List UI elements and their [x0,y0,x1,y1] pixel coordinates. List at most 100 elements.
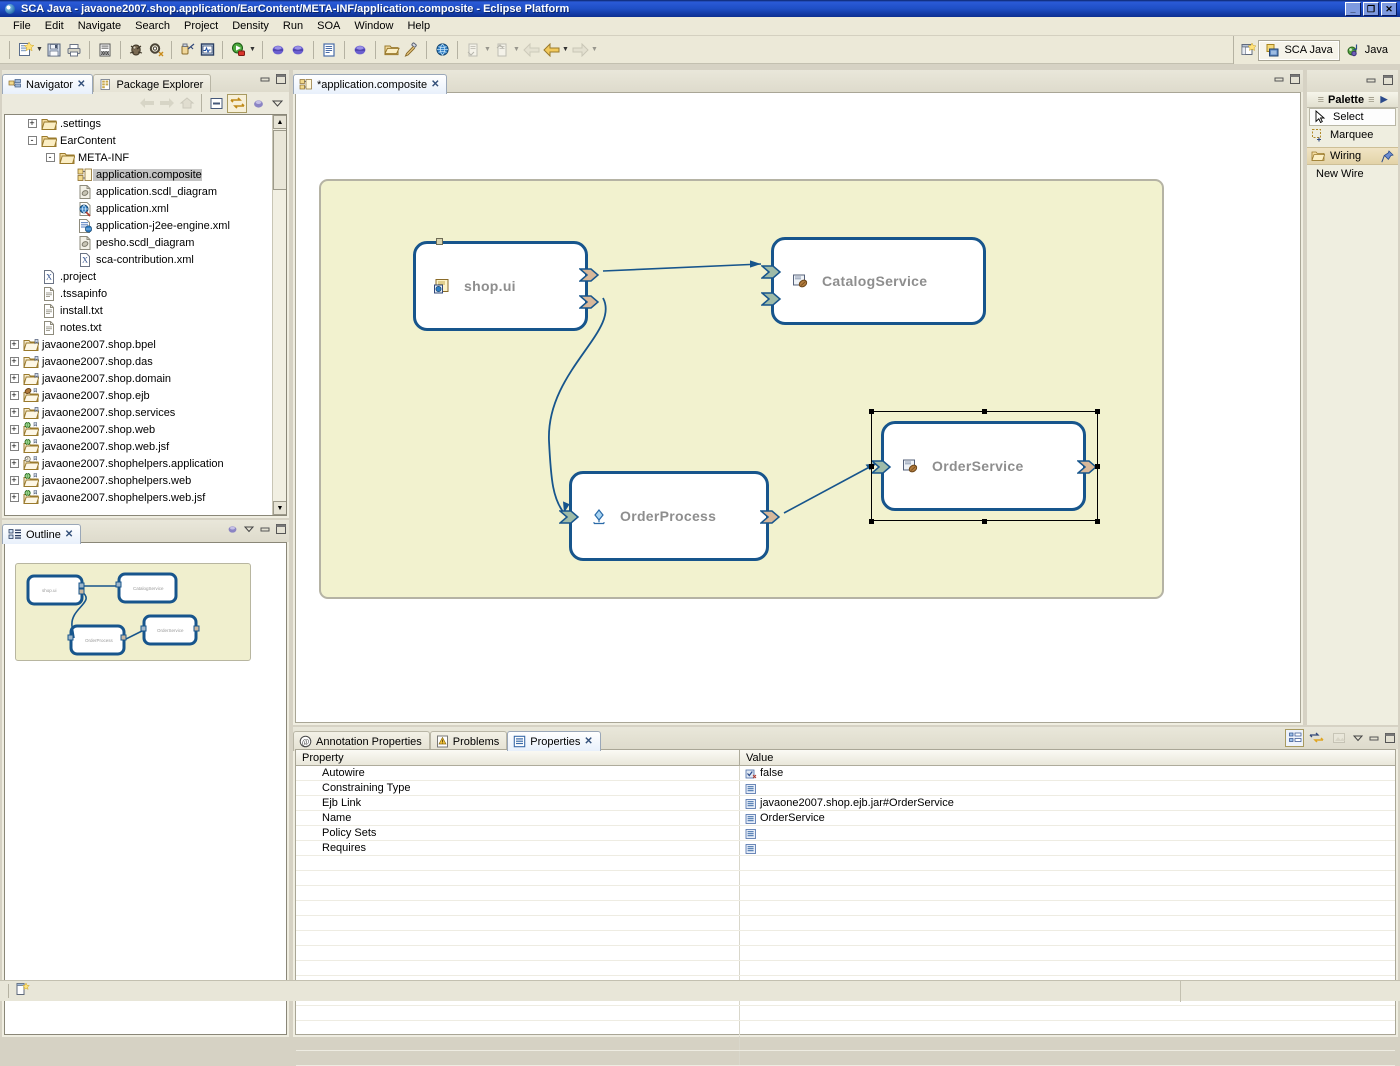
palette-expand-arrow-icon[interactable]: ▶ [1381,94,1388,105]
new-wizard-icon[interactable] [15,40,35,60]
maximize-icon[interactable] [274,72,287,85]
properties-view-controls[interactable] [1285,729,1396,747]
editor-view-controls[interactable] [1272,72,1301,85]
link-with-editor-icon[interactable] [227,93,247,113]
close-icon[interactable]: ✕ [77,79,85,90]
tree-expander[interactable]: + [5,472,23,489]
close-icon[interactable]: ✕ [65,529,73,540]
open-monitor-icon[interactable] [197,40,217,60]
open-perspective-icon[interactable] [1238,40,1258,60]
minimize-icon[interactable] [1364,73,1377,86]
palette-item-new-wire[interactable]: New Wire [1307,165,1398,182]
scroll-thumb[interactable] [273,130,286,190]
node-top-handle[interactable] [436,238,443,245]
navigator-vertical-scrollbar[interactable]: ▲ ▼ [272,115,286,515]
tab-properties[interactable]: Properties ✕ [507,731,601,751]
property-row[interactable]: Policy Sets [296,826,1395,841]
tree-item[interactable]: + javaone2007.shop.bpel [5,336,272,353]
tree-item[interactable]: + javaone2007.shophelpers.application [5,455,272,472]
tab-problems[interactable]: Problems [429,731,508,751]
minimize-icon[interactable] [258,522,271,535]
build-all-icon[interactable]: 010 [95,40,115,60]
main-toolbar[interactable]: ▼ 010 ▼ ▼ ▼ ▼ ▼ SCA Java Java [0,36,1400,64]
print-icon[interactable] [64,40,84,60]
property-row[interactable]: Ejb Link javaone2007.shop.ejb.jar#OrderSe… [296,796,1395,811]
back-dropdown-arrow[interactable]: ▼ [561,40,570,60]
selection-handle[interactable] [982,519,987,524]
diagram-node-shop-ui[interactable]: shop.ui [413,238,600,331]
navigator-view-controls[interactable] [258,72,287,85]
palette-tool-select[interactable]: Select [1309,108,1396,126]
window-controls[interactable]: _ ❐ ✕ [1345,1,1400,16]
maximize-icon[interactable] [1288,72,1301,85]
service-port[interactable] [759,292,782,306]
diagram-node-catalog-service[interactable]: CatalogService [759,237,986,325]
perspective-sca-java[interactable]: SCA Java [1258,39,1340,61]
tree-item[interactable]: + javaone2007.shop.services [5,404,272,421]
menu-navigate[interactable]: Navigate [71,18,128,34]
selection-handle[interactable] [982,409,987,414]
tree-item[interactable]: - META-INF [5,149,272,166]
minimize-icon[interactable] [258,72,271,85]
chevron-down-icon[interactable] [269,94,285,112]
tree-item[interactable]: X .project [5,268,272,285]
tree-expander[interactable]: + [5,370,23,387]
tree-item[interactable]: + javaone2007.shop.das [5,353,272,370]
close-icon[interactable]: ✕ [584,736,592,747]
outline-thumbnail-area[interactable]: shop.ui CatalogService OrderProcess Orde… [4,542,287,1035]
tree-item[interactable]: application.xml [5,200,272,217]
view-menu-icon[interactable] [226,522,239,535]
property-row[interactable]: Name OrderService [296,811,1395,826]
search-icon[interactable] [401,40,421,60]
service-port[interactable] [759,265,782,279]
composite-diagram-canvas[interactable]: shop.ui CatalogService OrderProcess Orde… [319,179,1164,599]
restore-button[interactable]: ❐ [1363,1,1379,16]
reference-port[interactable] [758,510,781,524]
property-value-cell[interactable] [740,826,1395,840]
tree-item[interactable]: Xsca-contribution.xml [5,251,272,268]
tab-application-composite[interactable]: *application.composite ✕ [293,74,448,94]
menu-run[interactable]: Run [276,18,310,34]
run-dropdown-arrow[interactable]: ▼ [248,40,257,60]
minimize-button[interactable]: _ [1345,1,1361,16]
menu-soa[interactable]: SOA [310,18,347,34]
close-button[interactable]: ✕ [1381,1,1397,16]
navigator-toolbar[interactable] [2,92,289,114]
tree-expander[interactable]: - [41,149,59,166]
selection-handle[interactable] [869,409,874,414]
selection-handle[interactable] [869,464,874,469]
maximize-icon[interactable] [1383,732,1396,745]
property-value-cell[interactable]: OrderService [740,811,1395,825]
palette-header[interactable]: ≡ Palette ≡ ▶ [1307,92,1398,108]
forward-icon[interactable] [541,40,561,60]
properties-table-rows[interactable]: Autowire false Constraining Type Ejb Link ja… [296,766,1395,1066]
tree-item[interactable]: + javaone2007.shop.web [5,421,272,438]
show-advanced-icon[interactable] [1307,729,1326,747]
tree-expander[interactable]: + [5,455,23,472]
maximize-icon[interactable] [1381,73,1394,86]
property-value-cell[interactable] [740,781,1395,795]
tree-expander[interactable]: + [5,353,23,370]
selection-handle[interactable] [869,519,874,524]
property-row[interactable]: Constraining Type [296,781,1395,796]
tree-item[interactable]: + javaone2007.shophelpers.web.jsf [5,489,272,506]
service-port[interactable] [557,510,580,524]
palette-tool-marquee[interactable]: Marquee [1307,126,1398,144]
tree-expander[interactable]: + [5,336,23,353]
tree-item[interactable]: notes.txt [5,319,272,336]
chevron-down-icon[interactable] [242,522,255,535]
menu-file[interactable]: File [6,18,38,34]
tree-expander[interactable]: + [5,489,23,506]
tree-item[interactable]: pesho.scdl_diagram [5,234,272,251]
open-type-icon[interactable] [381,40,401,60]
tree-expander[interactable]: + [5,438,23,455]
property-row[interactable]: Requires [296,841,1395,856]
reference-port[interactable] [577,295,600,309]
selection-handle[interactable] [1095,519,1100,524]
close-icon[interactable]: ✕ [431,79,439,90]
tree-item[interactable]: + .settings [5,115,272,132]
navigator-tree[interactable]: + .settings - EarContent - META-INF applicatio… [4,114,287,516]
run-icon[interactable] [228,40,248,60]
menu-search[interactable]: Search [128,18,177,34]
column-header-property[interactable]: Property [296,750,740,765]
